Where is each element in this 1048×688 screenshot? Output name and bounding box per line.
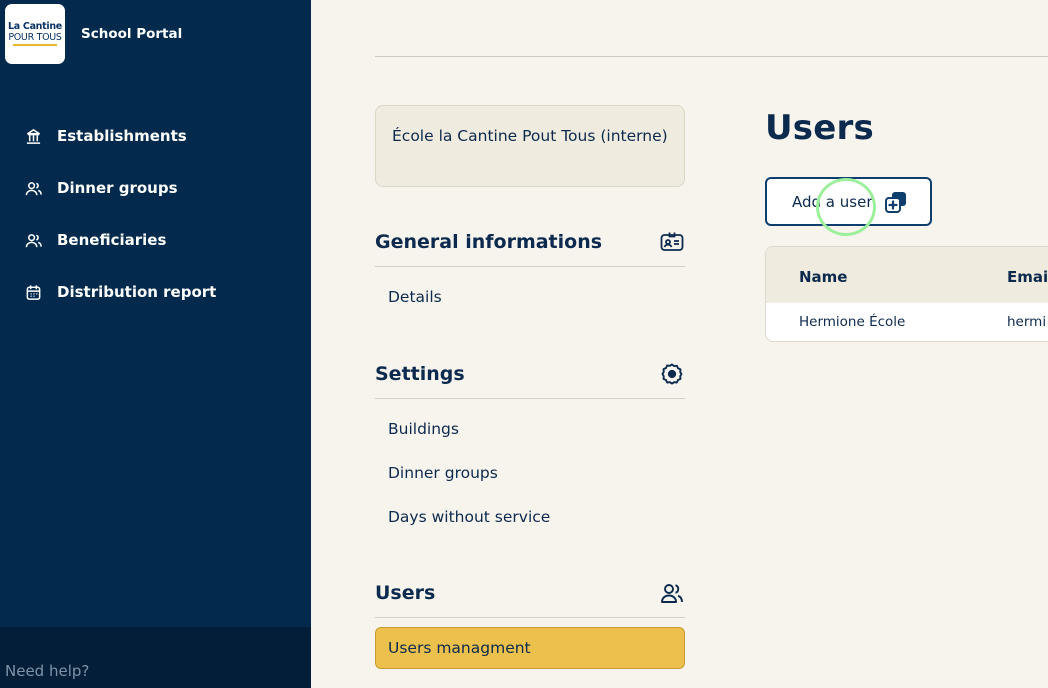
- nav-users-management[interactable]: Users managment: [375, 627, 685, 669]
- users-table: Name Email Hermione École hermi: [765, 246, 1048, 342]
- section-title: Users: [375, 582, 436, 604]
- sidebar-item-label: Beneficiaries: [57, 231, 167, 249]
- sidebar-item-beneficiaries[interactable]: Beneficiaries: [0, 214, 311, 266]
- table-header: Name Email: [766, 247, 1048, 303]
- page-title: Users: [765, 108, 874, 148]
- section-title: General informations: [375, 231, 603, 253]
- column-header-email[interactable]: Email: [1007, 268, 1048, 286]
- help-link[interactable]: Need help?: [5, 662, 89, 680]
- section-title: Settings: [375, 363, 465, 385]
- building-icon: [24, 127, 42, 145]
- sidebar-item-label: Distribution report: [57, 283, 217, 301]
- section-settings: Settings: [375, 361, 685, 399]
- add-user-button-label: Add a user: [792, 192, 873, 211]
- sidebar-item-establishments[interactable]: Establishments: [0, 110, 311, 162]
- sidebar-item-label: Dinner groups: [57, 179, 178, 197]
- logo-line1: La Cantine: [8, 21, 62, 32]
- calendar-icon: [24, 283, 42, 301]
- sidebar: La Cantine POUR TOUS School Portal Estab…: [0, 0, 311, 688]
- group-icon: [24, 179, 42, 197]
- column-header-name[interactable]: Name: [799, 268, 847, 286]
- sidebar-nav: Establishments Dinner groups Beneficiari…: [0, 110, 311, 318]
- section-general-informations: General informations: [375, 229, 685, 267]
- users-icon: [659, 580, 685, 606]
- app-logo[interactable]: La Cantine POUR TOUS: [5, 4, 65, 64]
- cell-email: hermi: [1007, 314, 1047, 330]
- top-divider: [375, 56, 1048, 57]
- nav-days-without-service[interactable]: Days without service: [388, 508, 550, 526]
- id-card-icon: [659, 229, 685, 255]
- gear-icon: [659, 361, 685, 387]
- nav-buildings[interactable]: Buildings: [388, 420, 459, 438]
- sidebar-item-distribution-report[interactable]: Distribution report: [0, 266, 311, 318]
- app-title: School Portal: [81, 26, 183, 42]
- section-users: Users: [375, 580, 685, 618]
- logo-line2: POUR TOUS: [8, 31, 62, 43]
- table-row[interactable]: Hermione École hermi: [766, 303, 1048, 341]
- help-footer[interactable]: Need help?: [0, 627, 311, 688]
- add-user-button[interactable]: Add a user: [765, 177, 932, 226]
- sidebar-item-label: Establishments: [57, 127, 187, 145]
- nav-details[interactable]: Details: [388, 288, 442, 306]
- group-icon: [24, 231, 42, 249]
- nav-dinner-groups[interactable]: Dinner groups: [388, 464, 498, 482]
- school-card: École la Cantine Pout Tous (interne): [375, 105, 685, 187]
- cell-name: Hermione École: [799, 314, 906, 330]
- sidebar-item-dinner-groups[interactable]: Dinner groups: [0, 162, 311, 214]
- add-copy-icon: [885, 192, 906, 213]
- logo-underline: [13, 44, 57, 46]
